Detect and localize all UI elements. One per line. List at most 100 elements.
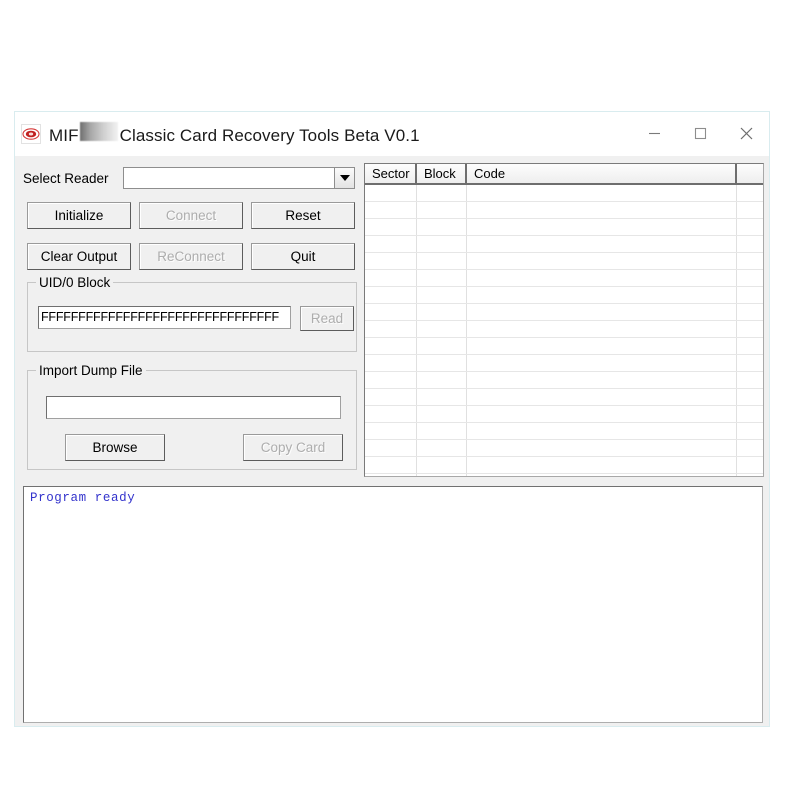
- grid-column-header-code[interactable]: Code: [467, 164, 737, 183]
- table-cell: [417, 389, 467, 405]
- table-cell: [737, 474, 763, 476]
- clear-output-button[interactable]: Clear Output: [27, 243, 131, 270]
- table-cell: [417, 185, 467, 201]
- table-row[interactable]: [365, 355, 763, 372]
- table-cell: [467, 185, 737, 201]
- window-title: MIF Classic Card Recovery Tools Beta V0.…: [49, 121, 420, 146]
- table-cell: [417, 321, 467, 337]
- table-cell: [417, 338, 467, 354]
- table-cell: [737, 440, 763, 456]
- browse-button[interactable]: Browse: [65, 434, 165, 461]
- table-row[interactable]: [365, 270, 763, 287]
- grid-column-header-blank[interactable]: [737, 164, 763, 183]
- table-row[interactable]: [365, 304, 763, 321]
- table-cell: [365, 372, 417, 388]
- reconnect-button: ReConnect: [139, 243, 243, 270]
- table-cell: [365, 338, 417, 354]
- table-cell: [365, 321, 417, 337]
- client-area: Select Reader Initialize Connect Reset C…: [15, 156, 769, 726]
- maximize-button[interactable]: [677, 112, 723, 155]
- quit-button[interactable]: Quit: [251, 243, 355, 270]
- table-cell: [417, 236, 467, 252]
- read-button: Read: [300, 306, 354, 331]
- grid-column-header-sector[interactable]: Sector: [365, 164, 417, 183]
- import-dump-file-group-title: Import Dump File: [36, 363, 146, 378]
- table-cell: [467, 389, 737, 405]
- table-cell: [737, 236, 763, 252]
- table-cell: [737, 287, 763, 303]
- uid-block-input[interactable]: FFFFFFFFFFFFFFFFFFFFFFFFFFFFFFFF: [38, 306, 291, 329]
- table-cell: [737, 423, 763, 439]
- table-row[interactable]: [365, 372, 763, 389]
- log-line: Program ready: [30, 491, 136, 505]
- copy-card-button: Copy Card: [243, 434, 343, 461]
- action-button-row-2: Clear Output ReConnect Quit: [27, 243, 357, 270]
- table-cell: [737, 304, 763, 320]
- table-row[interactable]: [365, 287, 763, 304]
- table-row[interactable]: [365, 474, 763, 476]
- table-cell: [467, 270, 737, 286]
- table-cell: [365, 423, 417, 439]
- table-cell: [737, 253, 763, 269]
- table-cell: [467, 304, 737, 320]
- table-cell: [467, 219, 737, 235]
- initialize-button[interactable]: Initialize: [27, 202, 131, 229]
- table-cell: [467, 338, 737, 354]
- table-cell: [417, 219, 467, 235]
- table-cell: [467, 236, 737, 252]
- table-row[interactable]: [365, 253, 763, 270]
- table-row[interactable]: [365, 236, 763, 253]
- table-row[interactable]: [365, 423, 763, 440]
- table-cell: [737, 406, 763, 422]
- table-cell: [417, 270, 467, 286]
- table-cell: [365, 219, 417, 235]
- table-row[interactable]: [365, 219, 763, 236]
- table-cell: [365, 202, 417, 218]
- select-reader-combobox[interactable]: [123, 167, 334, 189]
- close-button[interactable]: [723, 112, 769, 155]
- table-cell: [365, 406, 417, 422]
- table-cell: [737, 389, 763, 405]
- title-bar: MIF Classic Card Recovery Tools Beta V0.…: [15, 112, 769, 156]
- table-cell: [365, 355, 417, 371]
- table-cell: [737, 202, 763, 218]
- table-cell: [467, 253, 737, 269]
- table-cell: [417, 406, 467, 422]
- table-row[interactable]: [365, 457, 763, 474]
- minimize-button[interactable]: [631, 112, 677, 155]
- window-title-prefix: MIF: [49, 125, 79, 145]
- table-row[interactable]: [365, 202, 763, 219]
- grid-column-header-block[interactable]: Block: [417, 164, 467, 183]
- table-cell: [417, 474, 467, 476]
- table-row[interactable]: [365, 389, 763, 406]
- table-row[interactable]: [365, 185, 763, 202]
- table-cell: [365, 440, 417, 456]
- sector-block-code-grid[interactable]: Sector Block Code: [364, 163, 764, 477]
- table-row[interactable]: [365, 321, 763, 338]
- select-reader-row: Select Reader: [23, 166, 355, 190]
- table-cell: [417, 423, 467, 439]
- import-dump-file-group: Import Dump File Browse Copy Card: [27, 363, 357, 470]
- table-row[interactable]: [365, 338, 763, 355]
- table-cell: [365, 304, 417, 320]
- dump-file-path-input[interactable]: [46, 396, 341, 419]
- connect-button: Connect: [139, 202, 243, 229]
- table-row[interactable]: [365, 406, 763, 423]
- table-cell: [467, 423, 737, 439]
- reset-button[interactable]: Reset: [251, 202, 355, 229]
- chevron-down-icon[interactable]: [334, 167, 355, 189]
- left-control-panel: Select Reader Initialize Connect Reset C…: [21, 158, 357, 478]
- table-cell: [417, 287, 467, 303]
- table-cell: [365, 287, 417, 303]
- table-cell: [737, 355, 763, 371]
- application-window: MIF Classic Card Recovery Tools Beta V0.…: [14, 111, 770, 727]
- window-controls: [631, 112, 769, 155]
- table-cell: [737, 372, 763, 388]
- table-row[interactable]: [365, 440, 763, 457]
- output-log[interactable]: Program ready: [23, 486, 763, 723]
- table-cell: [467, 321, 737, 337]
- table-cell: [365, 185, 417, 201]
- table-cell: [467, 440, 737, 456]
- table-cell: [737, 185, 763, 201]
- table-cell: [417, 440, 467, 456]
